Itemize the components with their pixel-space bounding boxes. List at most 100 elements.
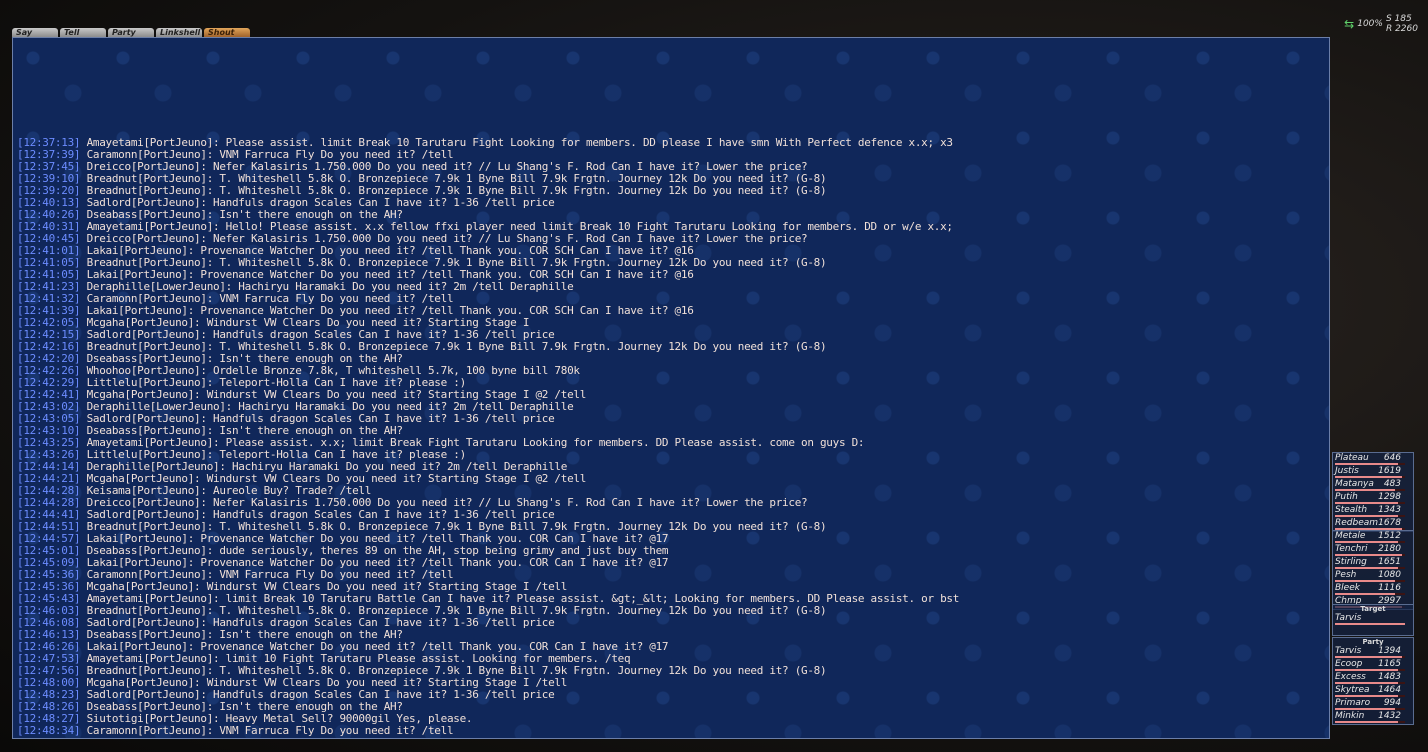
member-hp-bar (1335, 580, 1405, 582)
member-row[interactable]: Tenchri 2180 (1333, 544, 1413, 557)
chat-timestamp: [12:43:02] (17, 401, 81, 413)
chat-timestamp: [12:41:23] (17, 281, 81, 293)
target-row[interactable]: Tarvis (1333, 613, 1413, 626)
tab-shout[interactable]: Shout (204, 28, 250, 37)
member-row[interactable]: Metale 1512 (1333, 531, 1413, 544)
chat-line: [12:41:23] Deraphille[LowerJeuno]: Hachi… (17, 281, 1325, 293)
member-hp-value: 994 (1383, 698, 1401, 708)
chat-timestamp: [12:45:36] (17, 581, 81, 593)
member-row[interactable]: Plateau 646 (1333, 453, 1413, 466)
member-hp-bar (1335, 554, 1405, 556)
chat-timestamp: [12:47:56] (17, 665, 81, 677)
chat-message: Sadlord[PortJeuno]: Handfuls dragon Scal… (86, 617, 555, 629)
chat-message: Dseabass[PortJeuno]: Isn't there enough … (86, 353, 403, 365)
member-hp-value: 1464 (1378, 685, 1401, 695)
member-row[interactable]: Ecoop 1165 (1333, 659, 1413, 672)
member-hp-value: 1651 (1378, 557, 1401, 567)
chat-line: [12:44:14] Deraphille[PortJeuno]: Hachir… (17, 461, 1325, 473)
chat-timestamp: [12:45:09] (17, 557, 81, 569)
chat-line: [12:46:26] Lakai[PortJeuno]: Provenance … (17, 641, 1325, 653)
chat-line: [12:37:13] Amayetami[PortJeuno]: Please … (17, 137, 1325, 149)
chat-line: [12:42:26] Whoohoo[PortJeuno]: Ordelle B… (17, 365, 1325, 377)
chat-message: Keisama[PortJeuno]: Aureole Buy? Trade? … (86, 485, 372, 497)
chat-message: Amayetami[PortJeuno]: Please assist. lim… (86, 137, 954, 149)
member-row[interactable]: Pesh 1080 (1333, 570, 1413, 583)
member-row[interactable]: Bleek 1116 (1333, 583, 1413, 596)
member-name: Skytrea (1335, 685, 1370, 695)
member-row[interactable]: Stealth 1343 (1333, 505, 1413, 518)
chat-timestamp: [12:41:05] (17, 269, 81, 281)
chat-line: [12:41:05] Lakai[PortJeuno]: Provenance … (17, 269, 1325, 281)
member-row[interactable]: Matanya 483 (1333, 479, 1413, 492)
chat-line: [12:39:10] Breadnut[PortJeuno]: T. White… (17, 173, 1325, 185)
chat-message: Lakai[PortJeuno]: Provenance Watcher Do … (86, 557, 669, 569)
chat-timestamp: [12:46:26] (17, 641, 81, 653)
chat-timestamp: [12:46:08] (17, 617, 81, 629)
chat-message: Sadlord[PortJeuno]: Handfuls dragon Scal… (86, 689, 555, 701)
chat-timestamp: [12:41:39] (17, 305, 81, 317)
chat-line: [12:46:08] Sadlord[PortJeuno]: Handfuls … (17, 617, 1325, 629)
chat-line: [12:45:09] Lakai[PortJeuno]: Provenance … (17, 557, 1325, 569)
member-row[interactable]: Minkin 1432 (1333, 711, 1413, 724)
chat-line: [12:39:20] Breadnut[PortJeuno]: T. White… (17, 185, 1325, 197)
chat-message: Mcgaha[PortJeuno]: Windurst VW Clears Do… (86, 581, 568, 593)
chat-message: Littlelu[PortJeuno]: Teleport-Holla Can … (86, 377, 467, 389)
chat-timestamp: [12:39:20] (17, 185, 81, 197)
chat-line: [12:42:20] Dseabass[PortJeuno]: Isn't th… (17, 353, 1325, 365)
member-hp-value: 1678 (1378, 518, 1401, 528)
member-hp-value: 1619 (1378, 466, 1401, 476)
chat-line: [12:42:15] Sadlord[PortJeuno]: Handfuls … (17, 329, 1325, 341)
member-row[interactable]: Putih 1298 (1333, 492, 1413, 505)
member-row[interactable]: Justis 1619 (1333, 466, 1413, 479)
tab-linkshell[interactable]: Linkshell (156, 28, 202, 37)
chat-timestamp: [12:44:41] (17, 509, 81, 521)
alliance-list-1: Plateau 646 Justis 1619 Matanya 483 Putih 1298 S… (1332, 452, 1414, 532)
tab-say[interactable]: Say (12, 28, 58, 37)
chat-message: Caramonn[PortJeuno]: VNM Farruca Fly Do … (86, 149, 454, 161)
member-row[interactable]: Tarvis 1394 (1333, 646, 1413, 659)
chat-message: Lakai[PortJeuno]: Provenance Watcher Do … (86, 269, 694, 281)
chat-line: [12:42:41] Mcgaha[PortJeuno]: Windurst V… (17, 389, 1325, 401)
chat-timestamp: [12:42:41] (17, 389, 81, 401)
target-name: Tarvis (1335, 613, 1362, 623)
chat-message: Dseabass[PortJeuno]: Isn't there enough … (86, 209, 403, 221)
tab-party[interactable]: Party (108, 28, 154, 37)
chat-timestamp: [12:40:45] (17, 233, 81, 245)
chat-line: [12:48:27] Siutotigi[PortJeuno]: Heavy M… (17, 713, 1325, 725)
chat-line: [12:40:26] Dseabass[PortJeuno]: Isn't th… (17, 209, 1325, 221)
target-panel[interactable]: Target Tarvis (1332, 604, 1414, 636)
member-hp-value: 1343 (1378, 505, 1401, 515)
member-row[interactable]: Skytrea 1464 (1333, 685, 1413, 698)
status-readout: ⇆ 100% S 185 R 2260 (1344, 14, 1418, 34)
chat-message: Sadlord[PortJeuno]: Handfuls dragon Scal… (86, 509, 555, 521)
member-row[interactable]: Stirling 1651 (1333, 557, 1413, 570)
member-row[interactable]: Primaro 994 (1333, 698, 1413, 711)
chat-line: [12:48:26] Dseabass[PortJeuno]: Isn't th… (17, 701, 1325, 713)
member-row[interactable]: Excess 1483 (1333, 672, 1413, 685)
chat-line: [12:42:16] Breadnut[PortJeuno]: T. White… (17, 341, 1325, 353)
chat-line: [12:48:34] Caramonn[PortJeuno]: VNM Farr… (17, 725, 1325, 737)
chat-line: [12:43:26] Littlelu[PortJeuno]: Teleport… (17, 449, 1325, 461)
chat-line: [12:48:23] Sadlord[PortJeuno]: Handfuls … (17, 689, 1325, 701)
chat-line: [12:41:39] Lakai[PortJeuno]: Provenance … (17, 305, 1325, 317)
chat-line: [12:47:56] Breadnut[PortJeuno]: T. White… (17, 665, 1325, 677)
chat-timestamp: [12:40:31] (17, 221, 81, 233)
chat-message: Breadnut[PortJeuno]: T. Whiteshell 5.8k … (86, 665, 827, 677)
chat-message: Mcgaha[PortJeuno]: Windurst VW Clears Do… (86, 389, 587, 401)
member-hp-value: 1394 (1378, 646, 1401, 656)
chat-message: Lakai[PortJeuno]: Provenance Watcher Do … (86, 641, 669, 653)
member-hp-bar (1335, 682, 1405, 684)
chat-message: Caramonn[PortJeuno]: VNM Farruca Fly Do … (86, 569, 454, 581)
chat-timestamp: [12:43:26] (17, 449, 81, 461)
member-name: Primaro (1335, 698, 1371, 708)
chat-line: [12:47:53] Amayetami[PortJeuno]: limit 1… (17, 653, 1325, 665)
tab-tell[interactable]: Tell (60, 28, 106, 37)
chat-line: [12:44:51] Breadnut[PortJeuno]: T. White… (17, 521, 1325, 533)
chat-timestamp: [12:45:01] (17, 545, 81, 557)
member-name: Bleek (1335, 583, 1360, 593)
chat-log-window[interactable]: [12:37:13] Amayetami[PortJeuno]: Please … (12, 37, 1330, 739)
member-name: Tarvis (1335, 646, 1362, 656)
chat-message: Deraphille[PortJeuno]: Hachiryu Haramaki… (86, 461, 568, 473)
alliance-list-2: Metale 1512 Tenchri 2180 Stirling 1651 Pesh 108… (1332, 530, 1414, 610)
chat-message: Breadnut[PortJeuno]: T. Whiteshell 5.8k … (86, 185, 827, 197)
